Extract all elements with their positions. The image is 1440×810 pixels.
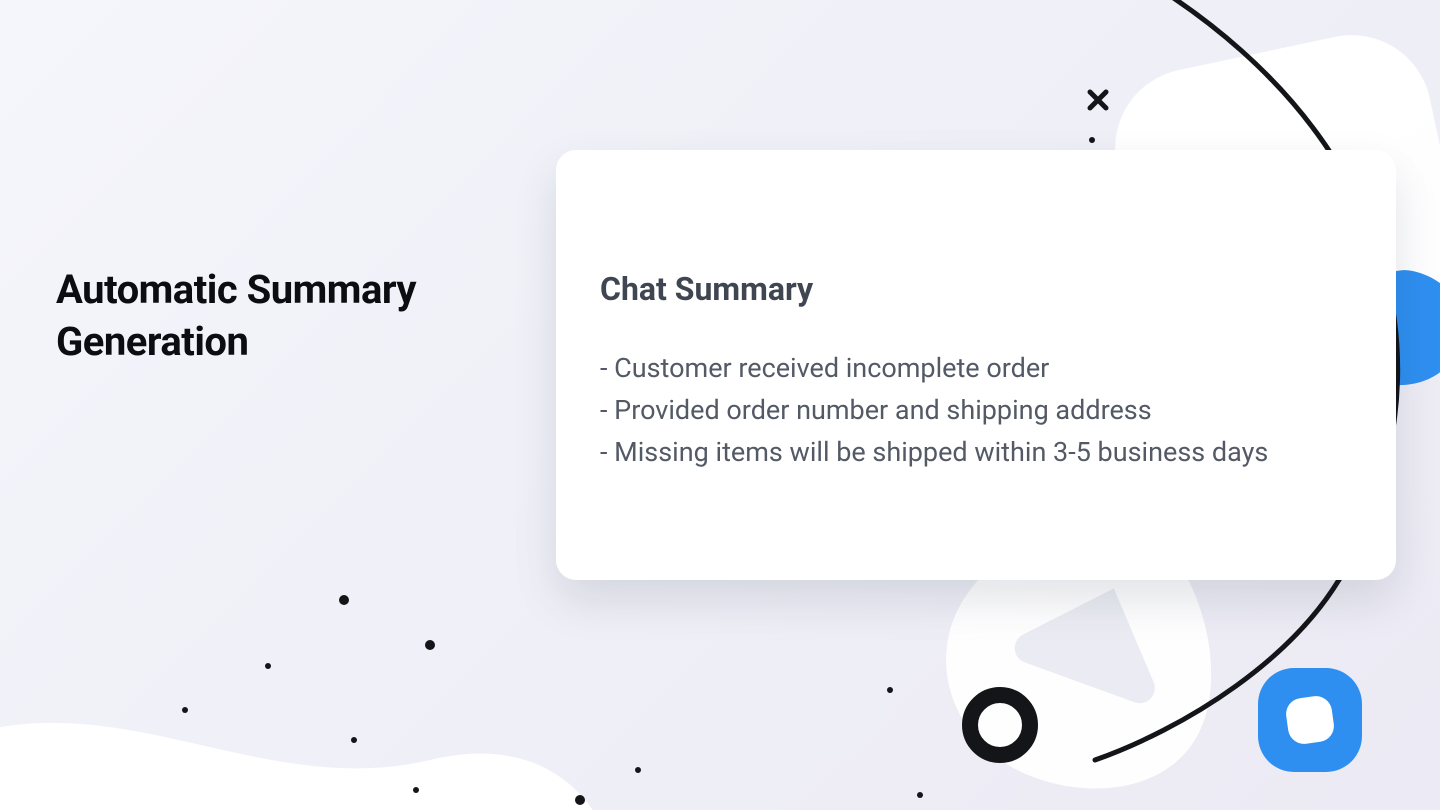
headline: Automatic Summary Generation	[56, 264, 536, 368]
summary-card: Chat Summary - Customer received incompl…	[556, 150, 1396, 580]
promo-slide: Automatic Summary Generation Chat Summar…	[0, 0, 1440, 810]
card-bullets: - Customer received incomplete order - P…	[600, 348, 1352, 474]
bullet-line: - Customer received incomplete order	[600, 348, 1352, 390]
bullet-line: - Missing items will be shipped within 3…	[600, 432, 1352, 474]
card-title: Chat Summary	[600, 270, 1352, 308]
bullet-line: - Provided order number and shipping add…	[600, 390, 1352, 432]
